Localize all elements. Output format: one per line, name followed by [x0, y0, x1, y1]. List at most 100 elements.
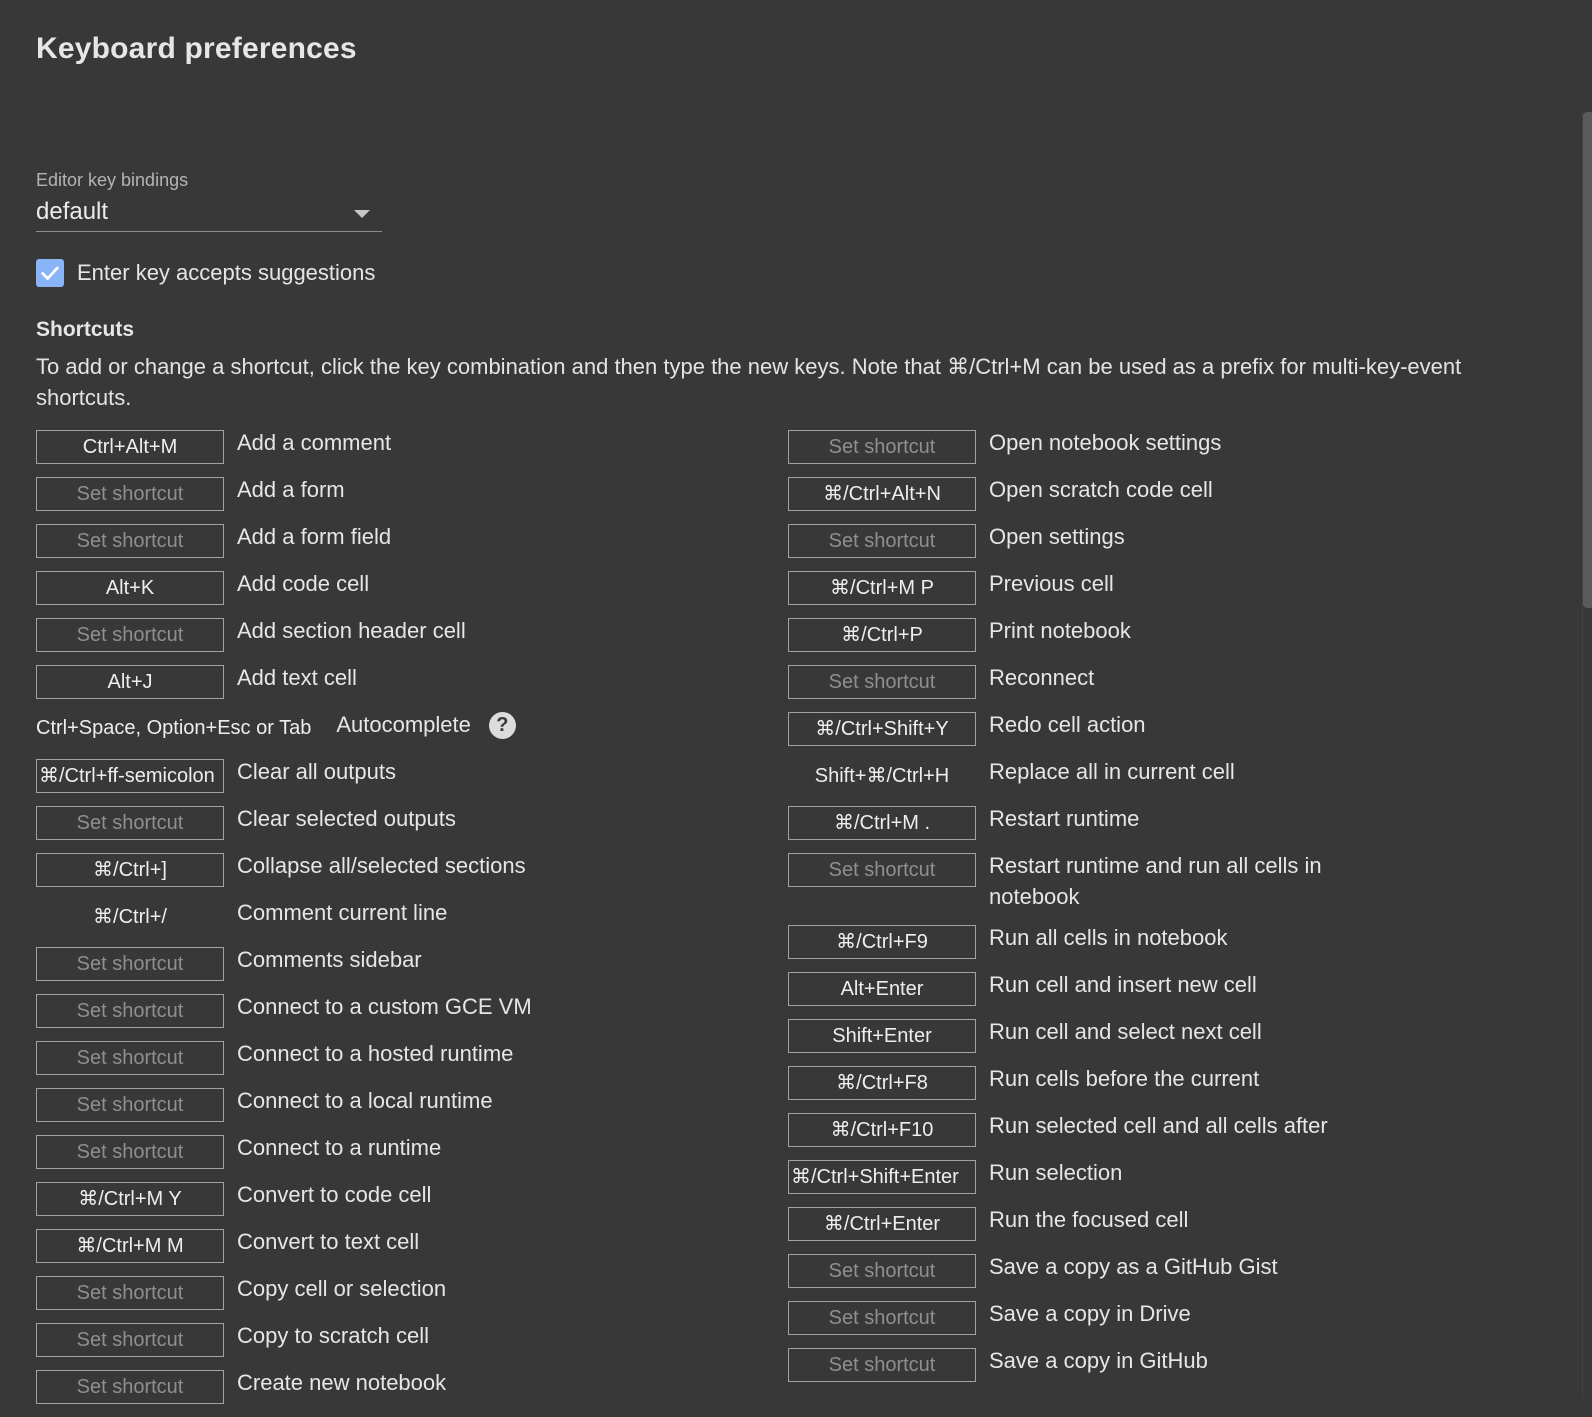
shortcut-row: ⌘/Ctrl+M P Previous cell [788, 571, 1349, 605]
shortcut-row: Ctrl+Space, Option+Esc or Tab Autocomplet… [36, 709, 532, 746]
action-connect-to-a-custom-gce-vm: Connect to a custom GCE VM [237, 991, 532, 1022]
action-label: Run the focused cell [989, 1207, 1189, 1232]
shortcut-row: Ctrl+Alt+M Add a comment [36, 430, 532, 464]
shortcut-key-button[interactable]: ⌘/Ctrl+] [36, 853, 224, 887]
set-shortcut-button[interactable]: Set shortcut [788, 524, 976, 558]
shortcut-row: ⌘/Ctrl+Shift+Enter Run selection [788, 1160, 1349, 1194]
shortcut-row: ⌘/Ctrl+ff-semicolon Clear all outputs [36, 759, 532, 793]
action-collapse-all-selected-sections: Collapse all/selected sections [237, 850, 526, 881]
set-shortcut-button[interactable]: Set shortcut [788, 430, 976, 464]
shortcut-key-button[interactable]: ⌘/Ctrl+M . [788, 806, 976, 840]
set-shortcut-button[interactable]: Set shortcut [36, 1088, 224, 1122]
action-copy-to-scratch-cell: Copy to scratch cell [237, 1320, 429, 1351]
checkmark-icon [41, 266, 59, 280]
scrollbar-thumb[interactable] [1583, 112, 1592, 608]
action-run-selected-cell-and-all-cells-after: Run selected cell and all cells after [989, 1110, 1349, 1141]
shortcut-row: Set shortcut Open settings [788, 524, 1349, 558]
set-shortcut-button[interactable]: Set shortcut [788, 665, 976, 699]
shortcut-key-button[interactable]: ⌘/Ctrl+M P [788, 571, 976, 605]
set-shortcut-button[interactable]: Set shortcut [36, 947, 224, 981]
set-shortcut-button[interactable]: Set shortcut [36, 806, 224, 840]
shortcut-key-button[interactable]: ⌘/Ctrl+M Y [36, 1182, 224, 1216]
shortcut-key-button[interactable]: ⌘/Ctrl+Shift+Y [788, 712, 976, 746]
shortcut-key-button[interactable]: ⌘/Ctrl+Alt+N [788, 477, 976, 511]
help-icon[interactable]: ? [488, 711, 516, 739]
set-shortcut-button[interactable]: Set shortcut [788, 853, 976, 887]
shortcut-key-button[interactable]: ⌘/Ctrl+Enter [788, 1207, 976, 1241]
action-label: Connect to a custom GCE VM [237, 994, 532, 1019]
action-replace-all-in-current-cell: Replace all in current cell [989, 756, 1349, 787]
set-shortcut-button[interactable]: Set shortcut [36, 1276, 224, 1310]
action-add-text-cell: Add text cell [237, 662, 357, 693]
action-label: Add section header cell [237, 618, 466, 643]
shortcut-row: ⌘/Ctrl+F9 Run all cells in notebook [788, 925, 1349, 959]
action-convert-to-text-cell: Convert to text cell [237, 1226, 419, 1257]
shortcuts-left-column: Ctrl+Alt+M Add a comment Set shortcut Add a… [36, 430, 532, 1417]
shortcut-row: Alt+K Add code cell [36, 571, 532, 605]
set-shortcut-button[interactable]: Set shortcut [36, 1041, 224, 1075]
action-label: Add code cell [237, 571, 370, 596]
shortcut-row: Set shortcut Save a copy in GitHub [788, 1348, 1349, 1382]
shortcut-row: Set shortcut Save a copy as a GitHub Gist [788, 1254, 1349, 1288]
set-shortcut-button[interactable]: Set shortcut [788, 1301, 976, 1335]
action-label: Restart runtime and run all cells in not… [989, 853, 1322, 909]
shortcut-row: ⌘/Ctrl+P Print notebook [788, 618, 1349, 652]
editor-key-bindings-select[interactable]: default [36, 196, 382, 232]
action-add-code-cell: Add code cell [237, 568, 369, 599]
action-clear-selected-outputs: Clear selected outputs [237, 803, 456, 834]
enter-key-checkbox[interactable] [36, 259, 64, 287]
shortcut-row: Set shortcut Open notebook settings [788, 430, 1349, 464]
set-shortcut-button[interactable]: Set shortcut [788, 1348, 976, 1382]
shortcut-row: ⌘/Ctrl+Enter Run the focused cell [788, 1207, 1349, 1241]
set-shortcut-button[interactable]: Set shortcut [36, 994, 224, 1028]
action-create-new-notebook: Create new notebook [237, 1367, 446, 1398]
enter-key-checkbox-label: Enter key accepts suggestions [77, 260, 376, 285]
action-restart-runtime-and-run-all-cells-in-notebook: Restart runtime and run all cells in not… [989, 850, 1349, 912]
shortcut-row: Set shortcut Copy to scratch cell [36, 1323, 532, 1357]
shortcut-key-button[interactable]: ⌘/Ctrl+F10 [788, 1113, 976, 1147]
set-shortcut-button[interactable]: Set shortcut [788, 1254, 976, 1288]
shortcut-fixed-keys: Shift+⌘/Ctrl+H [814, 765, 950, 787]
shortcut-row: Set shortcut Copy cell or selection [36, 1276, 532, 1310]
set-shortcut-button[interactable]: Set shortcut [36, 1323, 224, 1357]
shortcut-row: Set shortcut Connect to a hosted runtime [36, 1041, 532, 1075]
action-save-a-copy-in-drive: Save a copy in Drive [989, 1298, 1349, 1329]
action-label: Copy cell or selection [237, 1276, 447, 1301]
action-label: Open settings [989, 524, 1125, 549]
action-label: Run all cells in notebook [989, 925, 1228, 950]
shortcut-key-button[interactable]: Alt+Enter [788, 972, 976, 1006]
shortcut-key-button[interactable]: Ctrl+Alt+M [36, 430, 224, 464]
set-shortcut-button[interactable]: Set shortcut [36, 477, 224, 511]
set-shortcut-button[interactable]: Set shortcut [36, 524, 224, 558]
shortcut-row: Set shortcut Add a form field [36, 524, 532, 558]
action-label: Run cell and insert new cell [989, 972, 1257, 997]
action-autocomplete: Autocomplete? [336, 709, 516, 740]
shortcut-row: Alt+Enter Run cell and insert new cell [788, 972, 1349, 1006]
action-label: Add text cell [237, 665, 357, 690]
shortcut-row: Set shortcut Connect to a runtime [36, 1135, 532, 1169]
action-label: Connect to a local runtime [237, 1088, 493, 1113]
shortcut-row: Set shortcut Reconnect [788, 665, 1349, 699]
shortcut-key-button[interactable]: ⌘/Ctrl+Shift+Enter [788, 1160, 976, 1194]
shortcut-key-button[interactable]: Shift+Enter [788, 1019, 976, 1053]
shortcut-key-button[interactable]: ⌘/Ctrl+ff-semicolon [36, 759, 224, 793]
action-label: Connect to a hosted runtime [237, 1041, 514, 1066]
shortcut-key-button[interactable]: Alt+J [36, 665, 224, 699]
action-restart-runtime: Restart runtime [989, 803, 1349, 834]
shortcut-key-button[interactable]: ⌘/Ctrl+F9 [788, 925, 976, 959]
action-label: Create new notebook [237, 1370, 447, 1395]
shortcut-key-button[interactable]: ⌘/Ctrl+P [788, 618, 976, 652]
action-label: Convert to code cell [237, 1182, 432, 1207]
set-shortcut-button[interactable]: Set shortcut [36, 618, 224, 652]
enter-key-accepts-suggestions-row[interactable]: Enter key accepts suggestions [36, 258, 375, 288]
action-label: Save a copy in Drive [989, 1301, 1191, 1326]
shortcut-key-button[interactable]: Alt+K [36, 571, 224, 605]
shortcut-row: ⌘/Ctrl+] Collapse all/selected sections [36, 853, 532, 887]
set-shortcut-button[interactable]: Set shortcut [36, 1370, 224, 1404]
shortcut-key-button[interactable]: ⌘/Ctrl+M M [36, 1229, 224, 1263]
set-shortcut-button[interactable]: Set shortcut [36, 1135, 224, 1169]
shortcut-key-button[interactable]: ⌘/Ctrl+F8 [788, 1066, 976, 1100]
shortcut-row: Set shortcut Save a copy in Drive [788, 1301, 1349, 1335]
editor-key-bindings-value: default [36, 198, 109, 225]
action-print-notebook: Print notebook [989, 615, 1349, 646]
